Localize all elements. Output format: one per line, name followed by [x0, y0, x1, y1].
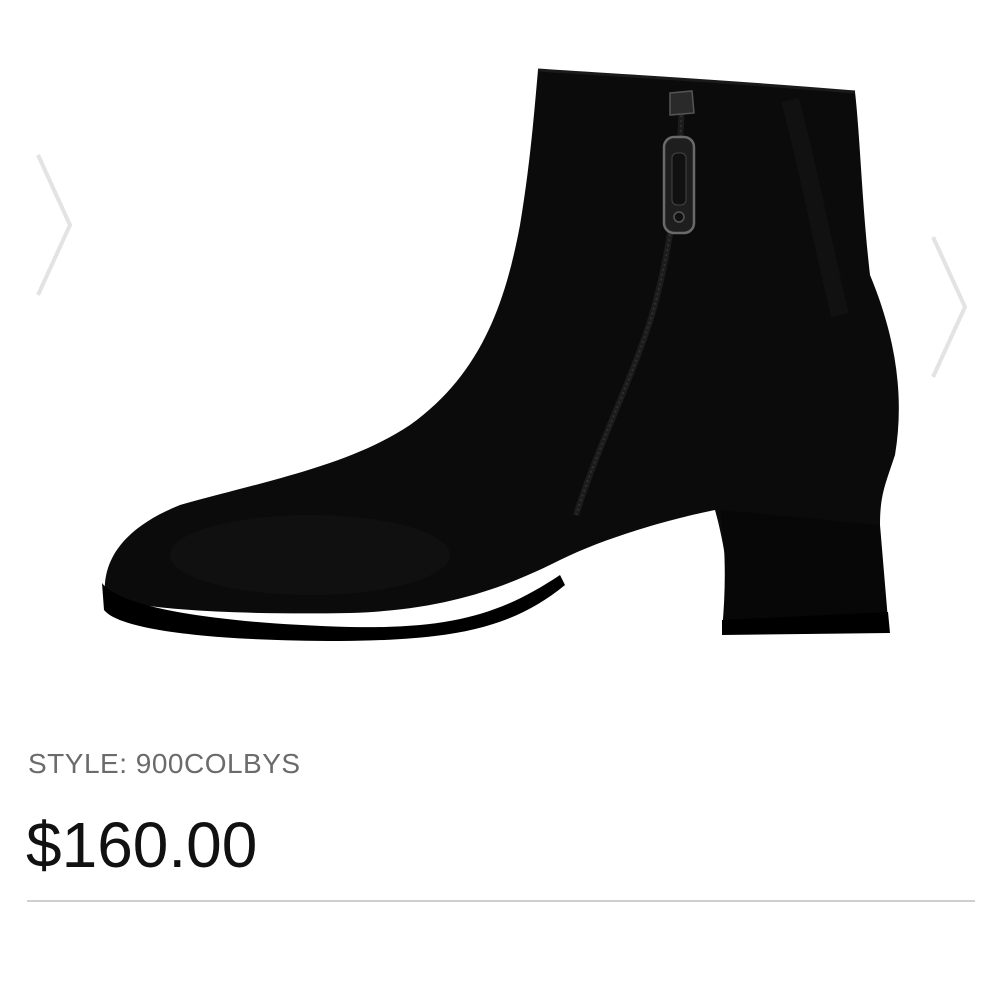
previous-image-button[interactable]	[20, 150, 80, 300]
product-style-code: STYLE: 900COLBYS	[28, 748, 301, 779]
product-image	[102, 68, 899, 641]
divider	[27, 900, 975, 902]
next-image-button[interactable]	[915, 232, 975, 382]
product-image-gallery	[0, 0, 1000, 700]
chevron-right-icon	[931, 236, 968, 378]
chevron-left-icon	[36, 154, 73, 296]
product-detail-page: STYLE: 900COLBYS $160.00	[0, 0, 1000, 1000]
product-price: $160.00	[26, 809, 258, 881]
boot-heel	[720, 510, 888, 630]
